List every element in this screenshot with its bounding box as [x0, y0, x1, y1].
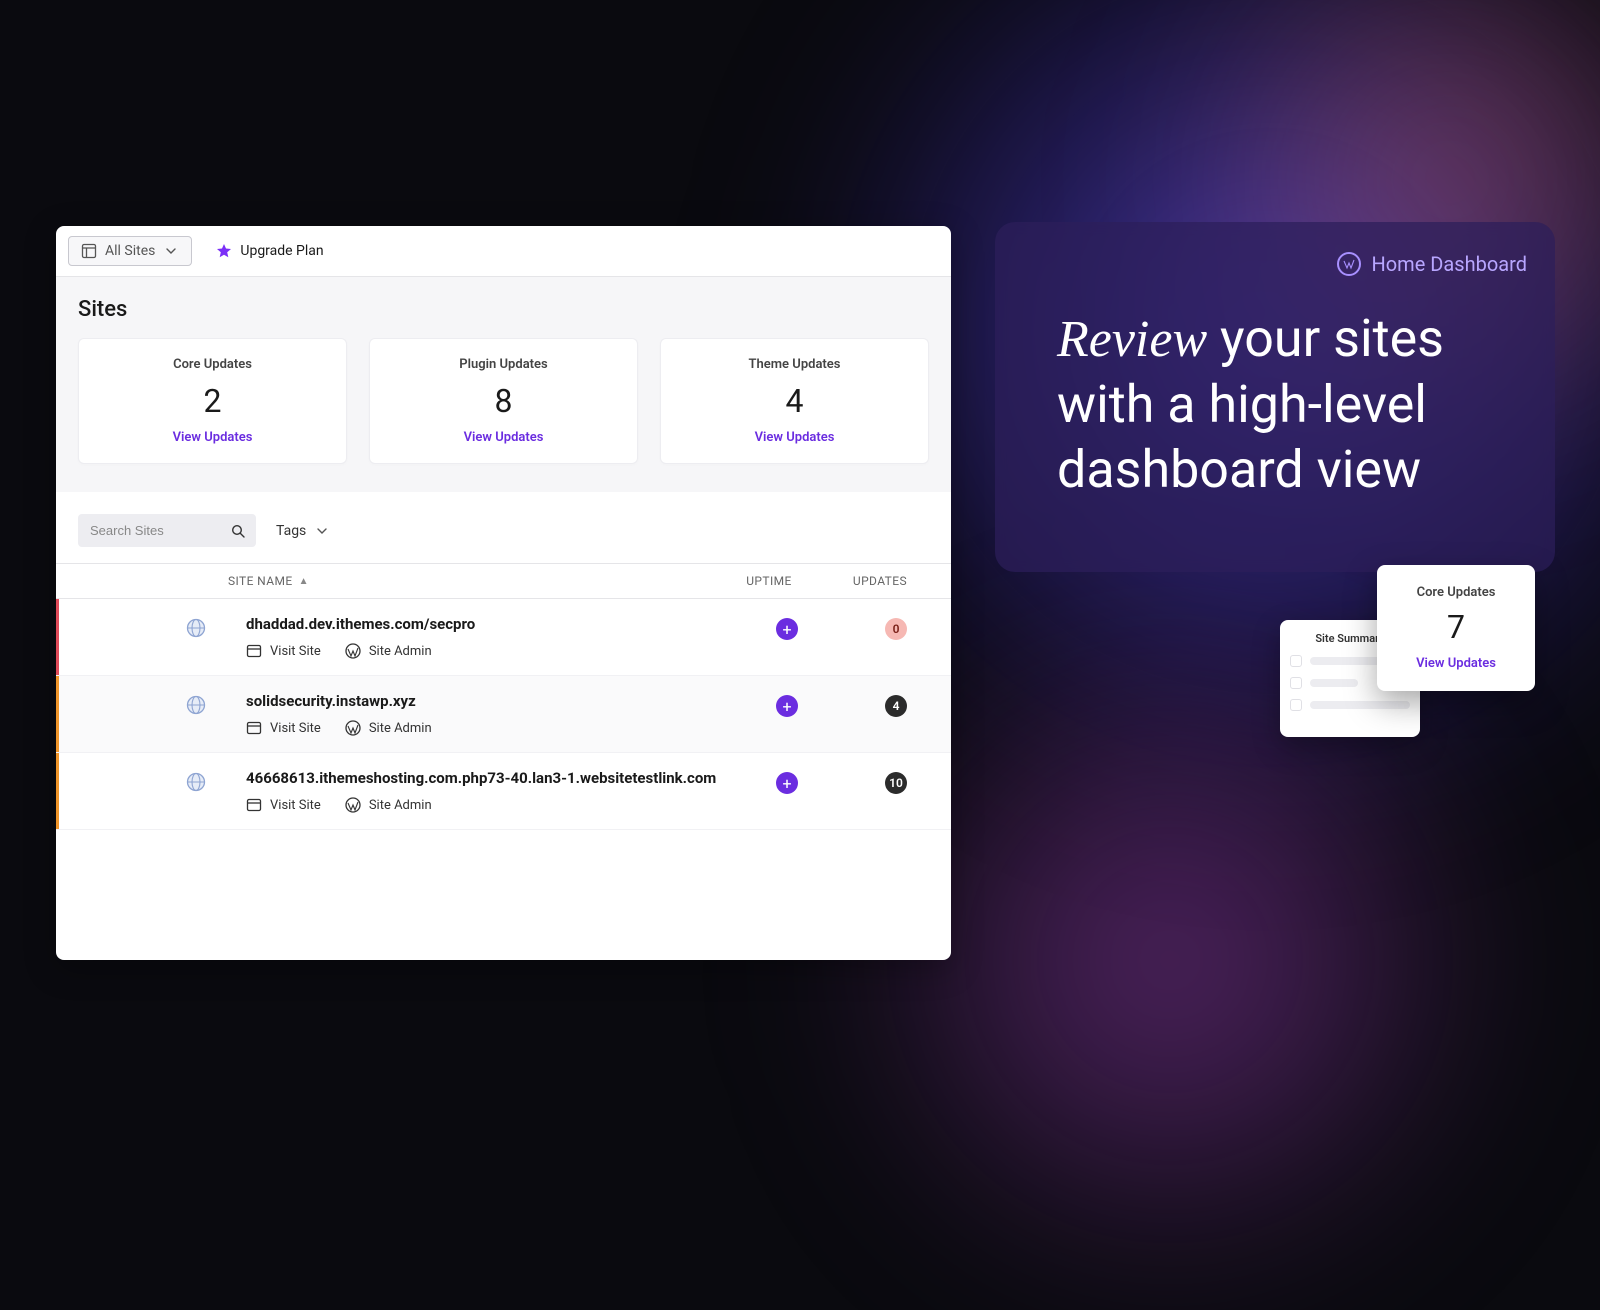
search-icon — [230, 523, 246, 539]
window-icon — [246, 797, 262, 813]
row-actions: Visit Site Site Admin — [246, 643, 727, 659]
promo-headline-italic: Review — [1057, 311, 1207, 368]
globe-icon — [186, 695, 206, 715]
upgrade-plan-label: Upgrade Plan — [240, 243, 323, 259]
visit-site-link[interactable]: Visit Site — [246, 797, 321, 813]
search-wrap — [78, 514, 256, 547]
wordpress-icon — [345, 797, 361, 813]
core-updates-title: Core Updates — [91, 357, 334, 372]
sites-dashboard-window: All Sites Upgrade Plan Sites Core Update… — [56, 226, 951, 960]
tags-dropdown[interactable]: Tags — [276, 523, 330, 539]
plugin-updates-title: Plugin Updates — [382, 357, 625, 372]
globe-icon — [186, 618, 206, 638]
uptime-add-button[interactable]: + — [776, 772, 798, 794]
theme-updates-card: Theme Updates 4 View Updates — [660, 338, 929, 464]
window-icon — [246, 720, 262, 736]
table-row[interactable]: dhaddad.dev.ithemes.com/secpro Visit Sit… — [56, 599, 951, 676]
theme-updates-count: 4 — [673, 382, 916, 420]
upgrade-plan-link[interactable]: Upgrade Plan — [216, 243, 323, 259]
visit-site-link[interactable]: Visit Site — [246, 643, 321, 659]
chevron-down-icon — [314, 523, 330, 539]
updates-badge: 10 — [885, 772, 907, 794]
float-core-updates-card: Core Updates 7 View Updates — [1377, 565, 1535, 691]
table-header: SITE NAME ▲ UPTIME UPDATES — [56, 563, 951, 599]
status-bar — [56, 676, 59, 752]
theme-updates-link[interactable]: View Updates — [673, 430, 916, 445]
promo-panel: Home Dashboard Review your sites with a … — [995, 222, 1555, 572]
uptime-add-button[interactable]: + — [776, 618, 798, 640]
promo-header: Home Dashboard — [1057, 252, 1527, 276]
theme-updates-title: Theme Updates — [673, 357, 916, 372]
column-updates[interactable]: UPDATES — [829, 574, 929, 588]
sites-table-section: Tags SITE NAME ▲ UPTIME UPDATES dhaddad.… — [56, 492, 951, 830]
table-row[interactable]: solidsecurity.instawp.xyz Visit Site Sit… — [56, 676, 951, 753]
plugin-updates-count: 8 — [382, 382, 625, 420]
skeleton-row — [1290, 699, 1410, 711]
status-bar — [56, 599, 59, 675]
wordpress-icon — [345, 643, 361, 659]
site-admin-link[interactable]: Site Admin — [345, 797, 432, 813]
chevron-down-icon — [163, 243, 179, 259]
layout-icon — [81, 243, 97, 259]
updates-badge: 4 — [885, 695, 907, 717]
table-row[interactable]: 46668613.ithemeshosting.com.php73-40.lan… — [56, 753, 951, 830]
sort-asc-icon: ▲ — [299, 576, 309, 587]
core-updates-link[interactable]: View Updates — [91, 430, 334, 445]
skeleton-checkbox — [1290, 655, 1302, 667]
row-actions: Visit Site Site Admin — [246, 720, 727, 736]
site-name: dhaddad.dev.ithemes.com/secpro — [246, 615, 727, 633]
star-icon — [216, 243, 232, 259]
all-sites-dropdown[interactable]: All Sites — [68, 236, 192, 266]
skeleton-checkbox — [1290, 699, 1302, 711]
float-core-count: 7 — [1391, 608, 1521, 646]
skeleton-line — [1310, 701, 1410, 709]
promo-headline: Review your sites with a high-level dash… — [1057, 306, 1527, 502]
globe-icon — [186, 772, 206, 792]
site-admin-link[interactable]: Site Admin — [345, 643, 432, 659]
column-site-name[interactable]: SITE NAME ▲ — [228, 574, 709, 588]
float-core-title: Core Updates — [1391, 585, 1521, 600]
status-bar — [56, 753, 59, 829]
plugin-updates-card: Plugin Updates 8 View Updates — [369, 338, 638, 464]
site-name: 46668613.ithemeshosting.com.php73-40.lan… — [246, 769, 727, 787]
update-cards-row: Core Updates 2 View Updates Plugin Updat… — [78, 338, 929, 464]
site-admin-link[interactable]: Site Admin — [345, 720, 432, 736]
window-icon — [246, 643, 262, 659]
page-title: Sites — [78, 297, 929, 322]
wordpress-icon — [1337, 252, 1361, 276]
plugin-updates-link[interactable]: View Updates — [382, 430, 625, 445]
uptime-add-button[interactable]: + — [776, 695, 798, 717]
skeleton-line — [1310, 679, 1358, 687]
site-name: solidsecurity.instawp.xyz — [246, 692, 727, 710]
float-core-link[interactable]: View Updates — [1391, 656, 1521, 671]
row-actions: Visit Site Site Admin — [246, 797, 727, 813]
core-updates-count: 2 — [91, 382, 334, 420]
tags-label: Tags — [276, 523, 306, 539]
core-updates-card: Core Updates 2 View Updates — [78, 338, 347, 464]
all-sites-label: All Sites — [105, 243, 155, 259]
promo-header-label: Home Dashboard — [1371, 252, 1527, 276]
visit-site-link[interactable]: Visit Site — [246, 720, 321, 736]
promo-card: Home Dashboard Review your sites with a … — [995, 222, 1555, 572]
updates-badge: 0 — [885, 618, 907, 640]
filters-row: Tags — [56, 492, 951, 563]
skeleton-checkbox — [1290, 677, 1302, 689]
overview-section: Sites Core Updates 2 View Updates Plugin… — [56, 277, 951, 492]
column-uptime[interactable]: UPTIME — [709, 574, 829, 588]
wordpress-icon — [345, 720, 361, 736]
topbar: All Sites Upgrade Plan — [56, 226, 951, 277]
